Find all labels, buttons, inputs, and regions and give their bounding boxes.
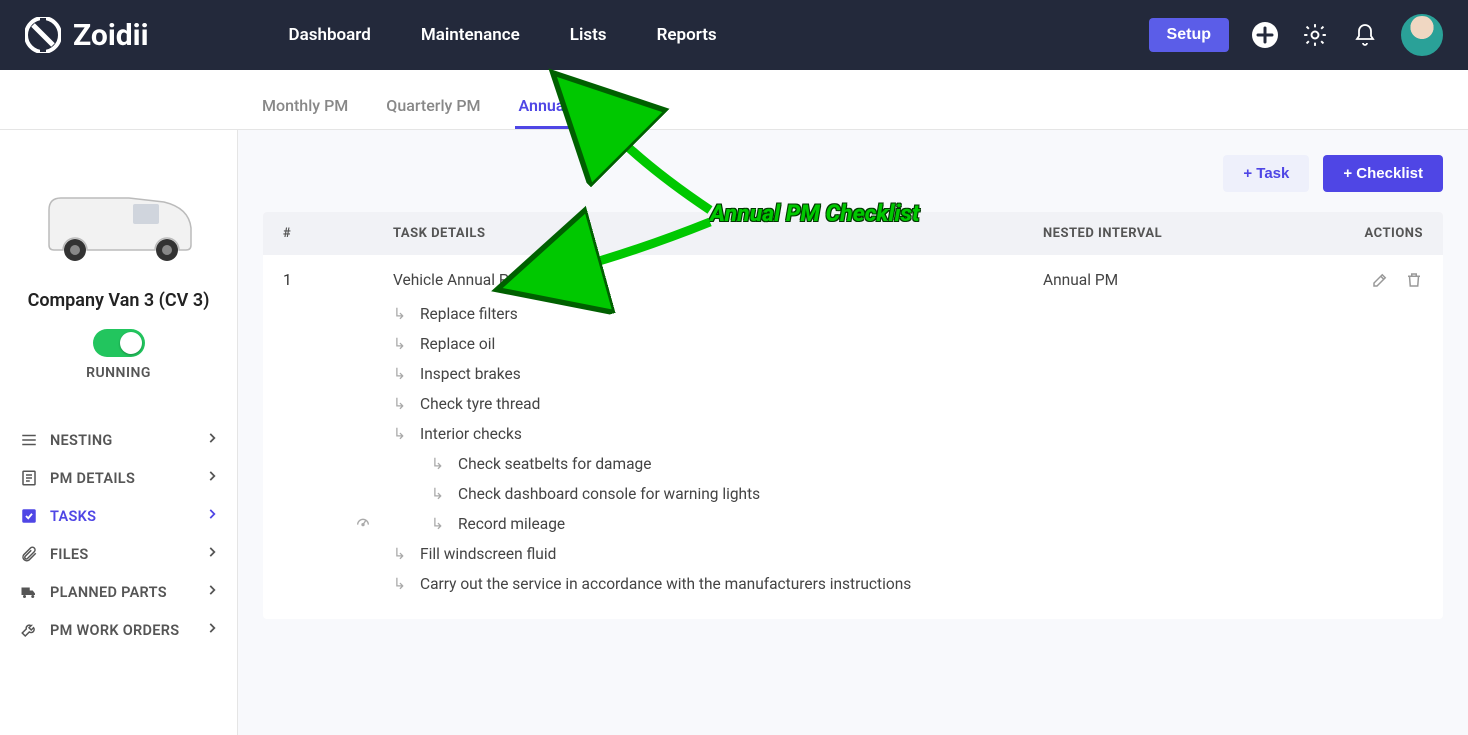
tab-annual-pm[interactable]: Annual PM [515,86,601,129]
subdir-arrow-icon: ↳ [393,395,406,413]
list-item: ↳Check tyre thread [393,389,1423,419]
brand-text: Zoidii [73,18,149,53]
chevron-right-icon [205,545,219,563]
sidebar-item-label: FILES [50,546,89,563]
subdir-arrow-icon: ↳ [393,365,406,383]
nesting-icon [18,431,40,449]
list-item: ↳Record mileage [393,509,1423,539]
add-task-button[interactable]: + Task [1223,155,1309,192]
logo[interactable]: Zoidii [25,17,149,53]
status-toggle[interactable] [93,329,145,357]
sidebar-item-nesting[interactable]: NESTING [0,421,237,459]
asset-name: Company Van 3 (CV 3) [0,290,237,311]
pm-tabs: Monthly PM Quarterly PM Annual PM [0,70,1468,130]
sidebar-item-tasks[interactable]: TASKS [0,497,237,535]
col-details: TASK DETAILS [393,226,1043,241]
col-num: # [283,226,393,241]
row-interval: Annual PM [1043,271,1263,289]
nav-dashboard[interactable]: Dashboard [289,25,371,45]
list-item: ↳Replace filters [393,299,1423,329]
nav-lists[interactable]: Lists [570,25,607,45]
list-item: ↳Inspect brakes [393,359,1423,389]
sidebar-item-label: PM DETAILS [50,470,135,487]
tab-monthly-pm[interactable]: Monthly PM [258,86,352,129]
list-item: ↳Replace oil [393,329,1423,359]
add-icon[interactable] [1251,21,1279,49]
sidebar-item-label: TASKS [50,508,96,525]
chevron-right-icon [205,583,219,601]
sidebar-item-files[interactable]: FILES [0,535,237,573]
bell-icon[interactable] [1351,21,1379,49]
nav-links: Dashboard Maintenance Lists Reports [289,25,717,45]
asset-image [29,160,209,280]
tasks-icon [18,507,40,525]
edit-icon[interactable] [1371,271,1389,289]
sidebar-item-label: PLANNED PARTS [50,584,167,601]
chevron-right-icon [205,507,219,525]
list-item: ↳Fill windscreen fluid [393,539,1423,569]
chevron-right-icon [205,431,219,449]
col-actions: ACTIONS [1263,226,1423,241]
trash-icon[interactable] [1405,271,1423,289]
sidebar-item-pm-work-orders[interactable]: PM WORK ORDERS [0,611,237,649]
sidebar-item-label: PM WORK ORDERS [50,622,179,639]
col-interval: NESTED INTERVAL [1043,226,1263,241]
subdir-arrow-icon: ↳ [393,545,406,563]
row-actions [1263,271,1423,289]
subdir-arrow-icon: ↳ [393,425,406,443]
truck-icon [18,583,40,601]
list-item: ↳Check seatbelts for damage [393,449,1423,479]
list-item: ↳Carry out the service in accordance wit… [393,569,1423,599]
subdir-arrow-icon: ↳ [393,575,406,593]
paperclip-icon [18,545,40,563]
avatar[interactable] [1401,14,1443,56]
nav-maintenance[interactable]: Maintenance [421,25,520,45]
add-checklist-button[interactable]: + Checklist [1323,155,1443,192]
subdir-arrow-icon: ↳ [431,515,444,533]
top-nav: Zoidii Dashboard Maintenance Lists Repor… [0,0,1468,70]
details-icon [18,469,40,487]
subdir-arrow-icon: ↳ [431,485,444,503]
status-text: RUNNING [0,365,237,381]
row-title: Vehicle Annual PM [393,271,1043,289]
gauge-icon [355,514,371,534]
sidebar-item-pm-details[interactable]: PM DETAILS [0,459,237,497]
tasks-table: # TASK DETAILS NESTED INTERVAL ACTIONS 1… [263,212,1443,619]
gear-icon[interactable] [1301,21,1329,49]
setup-button[interactable]: Setup [1149,18,1229,52]
subdir-arrow-icon: ↳ [431,455,444,473]
list-item: ↳Interior checks [393,419,1423,449]
chevron-right-icon [205,621,219,639]
tab-quarterly-pm[interactable]: Quarterly PM [382,86,484,129]
row-num: 1 [283,271,393,289]
subdir-arrow-icon: ↳ [393,335,406,353]
nav-right: Setup [1149,14,1443,56]
wrench-icon [18,621,40,639]
sidebar-item-planned-parts[interactable]: PLANNED PARTS [0,573,237,611]
subtasks: ↳Replace filters ↳Replace oil ↳Inspect b… [263,299,1443,619]
side-menu: NESTING PM DETAILS TASKS FILES PLANNED P [0,421,237,649]
nav-reports[interactable]: Reports [657,25,717,45]
list-item: ↳Check dashboard console for warning lig… [393,479,1423,509]
chevron-right-icon [205,469,219,487]
annotation-text: Annual PM Checklist [710,200,920,227]
sidebar: Company Van 3 (CV 3) RUNNING NESTING PM … [0,130,238,735]
sidebar-item-label: NESTING [50,432,113,449]
subdir-arrow-icon: ↳ [393,305,406,323]
logo-mark-icon [25,17,61,53]
table-row: 1 Vehicle Annual PM Annual PM [263,255,1443,299]
